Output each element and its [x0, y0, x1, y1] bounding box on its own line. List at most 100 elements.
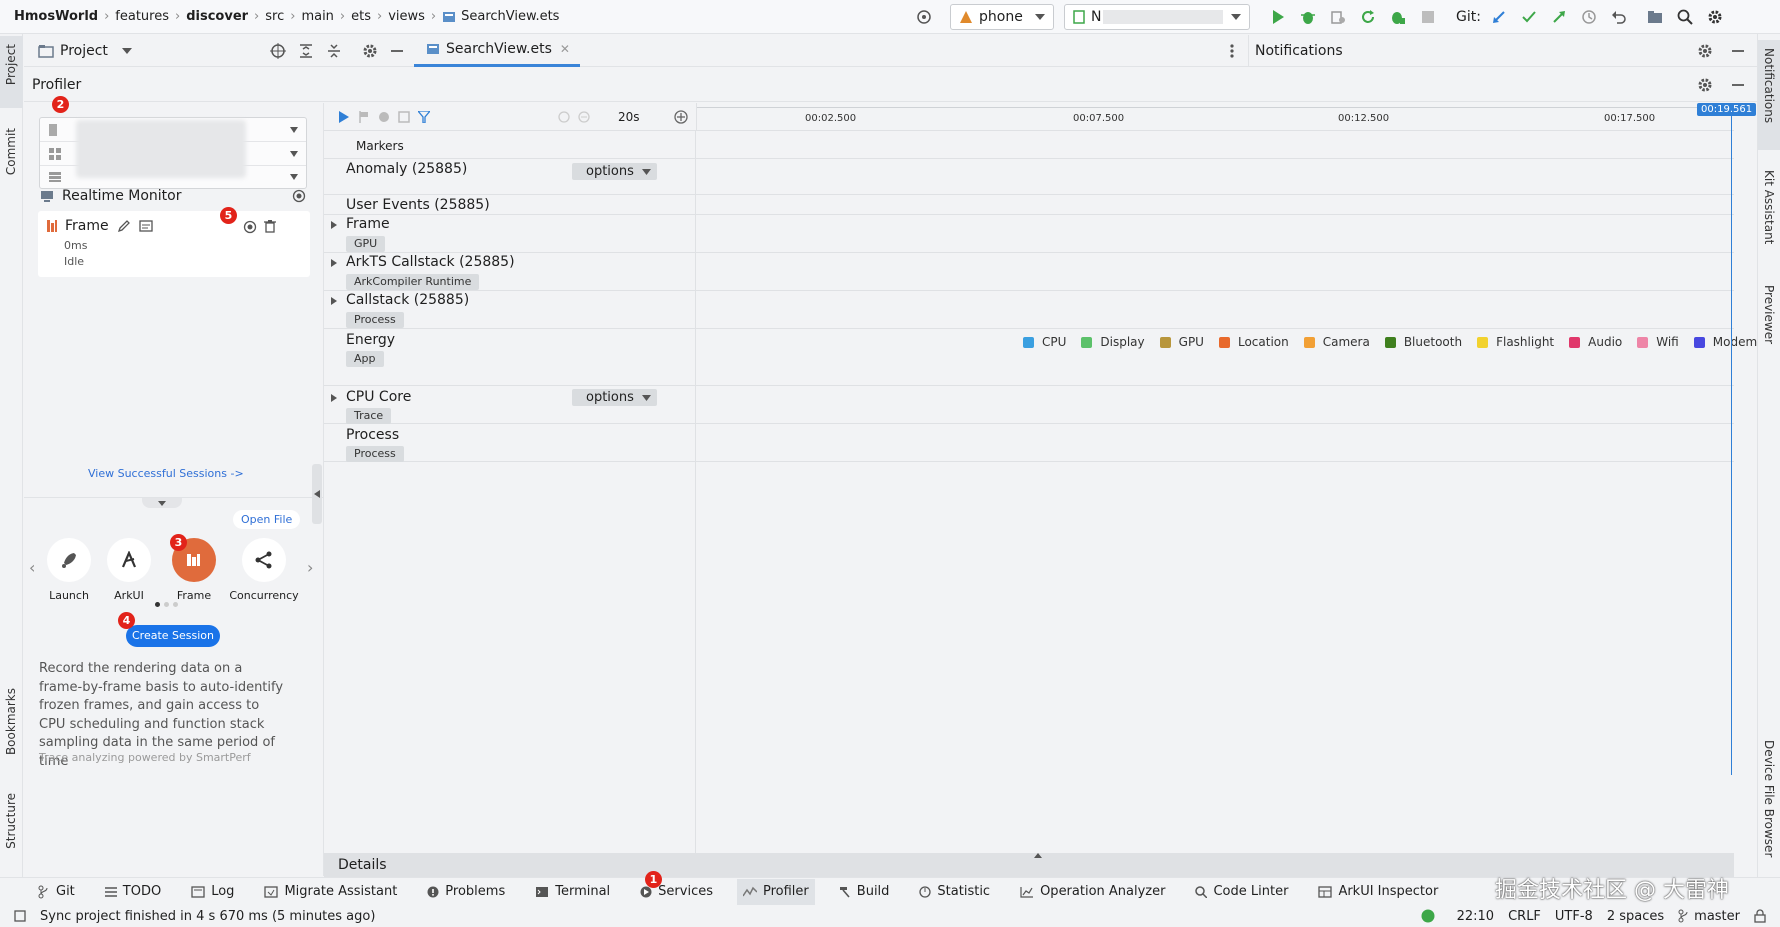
template-concurrency[interactable]: Concurrency [224, 538, 304, 602]
energy-legend-camera[interactable]: Camera [1303, 335, 1370, 349]
attach-debugger-icon[interactable] [1326, 5, 1350, 29]
locate-file-icon[interactable] [270, 42, 286, 59]
debug-icon[interactable] [1296, 5, 1320, 29]
flag-icon[interactable] [358, 110, 370, 123]
status-line-ending[interactable]: CRLF [1508, 909, 1541, 924]
energy-legend-audio[interactable]: Audio [1569, 335, 1622, 349]
zoom-out-icon[interactable] [578, 110, 590, 123]
carousel-next-icon[interactable]: › [307, 558, 313, 577]
breadcrumb-discover[interactable]: discover [186, 9, 248, 24]
tab-terminal[interactable]: Terminal [529, 879, 616, 905]
commit-tool-tab[interactable]: Commit [0, 124, 23, 194]
git-update-icon[interactable] [1487, 5, 1511, 29]
git-push-icon[interactable] [1547, 5, 1571, 29]
status-time[interactable]: 22:10 [1457, 909, 1494, 924]
minimize-icon[interactable] [1731, 44, 1745, 58]
status-indent[interactable]: 2 spaces [1607, 909, 1664, 924]
tab-statistic[interactable]: Statistic [913, 879, 996, 905]
energy-legend-bluetooth[interactable]: Bluetooth [1384, 335, 1462, 349]
expand-all-icon[interactable] [298, 43, 314, 59]
cpu-core-track[interactable]: CPU Core options Trace [324, 386, 695, 424]
delete-trash-icon[interactable] [264, 219, 276, 233]
cpu-core-options-dropdown[interactable]: options [572, 389, 657, 406]
tab-problems[interactable]: Problems [421, 879, 511, 905]
timeline-ruler[interactable]: 00:02.500 00:07.500 00:12.500 00:17.500 … [696, 103, 1757, 131]
anomaly-options-dropdown[interactable]: options [572, 163, 657, 180]
connection-status-icon[interactable] [1421, 909, 1435, 923]
carousel-dot[interactable] [164, 602, 169, 607]
frame-session-card[interactable]: Frame 0ms Idle [38, 211, 310, 277]
lock-icon[interactable] [1754, 909, 1766, 923]
energy-legend-wifi[interactable]: Wifi [1637, 335, 1679, 349]
tab-operation-analyzer[interactable]: Operation Analyzer [1014, 879, 1171, 905]
anomaly-track[interactable]: Anomaly (25885) options [324, 159, 695, 195]
breadcrumb-views[interactable]: views [388, 9, 425, 24]
settings-gear-icon[interactable] [1703, 5, 1727, 29]
device-selector[interactable]: phone [950, 4, 1054, 30]
notifications-tool-tab[interactable]: Notifications [1758, 40, 1780, 150]
playhead-line[interactable] [1731, 115, 1732, 775]
energy-legend-modem[interactable]: Modem [1693, 335, 1757, 349]
project-tool-tab[interactable]: Project [0, 36, 23, 108]
frame-track[interactable]: Frame GPU [324, 215, 695, 253]
expand-arrow-icon[interactable] [331, 394, 337, 402]
tab-todo[interactable]: TODO [99, 879, 167, 905]
arkts-callstack-track[interactable]: ArkTS Callstack (25885) ArkCompiler Runt… [324, 253, 695, 291]
settings-gear-icon[interactable] [1697, 77, 1713, 93]
minimize-icon[interactable] [1731, 78, 1745, 92]
template-launch[interactable]: Launch [40, 538, 98, 602]
structure-tool-tab[interactable]: Structure [0, 789, 23, 869]
close-icon[interactable]: ✕ [560, 42, 570, 56]
breadcrumb-main[interactable]: main [301, 9, 333, 24]
breadcrumb-project[interactable]: HmosWorld [14, 9, 98, 24]
status-message[interactable]: Sync project finished in 4 s 670 ms (5 m… [40, 909, 375, 924]
carousel-dot[interactable] [173, 602, 178, 607]
expand-arrow-icon[interactable] [331, 259, 337, 267]
minimize-icon[interactable] [390, 44, 404, 58]
breadcrumb-src[interactable]: src [265, 9, 284, 24]
notes-icon[interactable] [138, 220, 153, 232]
breadcrumb-file[interactable]: SearchView.ets [461, 9, 559, 24]
open-file-button[interactable]: Open File [233, 510, 301, 529]
chevron-down-icon[interactable] [121, 47, 132, 55]
project-structure-icon[interactable] [1643, 5, 1667, 29]
energy-legend-gpu[interactable]: GPU [1159, 335, 1204, 349]
rollback-icon[interactable] [1607, 5, 1631, 29]
bookmarks-tool-tab[interactable]: Bookmarks [0, 684, 23, 764]
markers-track[interactable]: Markers [324, 131, 695, 159]
realtime-monitor-row[interactable]: Realtime Monitor [40, 185, 310, 207]
filter-icon[interactable] [418, 110, 430, 123]
energy-legend-location[interactable]: Location [1218, 335, 1289, 349]
record-icon[interactable] [292, 189, 306, 203]
stop-icon[interactable] [1416, 5, 1440, 29]
kit-assistant-tool-tab[interactable]: Kit Assistant [1758, 164, 1780, 264]
settings-gear-icon[interactable] [1697, 43, 1713, 59]
edit-pencil-icon[interactable] [117, 219, 131, 233]
reload-icon[interactable] [1356, 5, 1380, 29]
create-session-button[interactable]: Create Session [126, 625, 220, 647]
tab-profiler[interactable]: Profiler [737, 878, 815, 905]
project-panel-label[interactable]: Project [60, 43, 108, 59]
history-icon[interactable] [1577, 5, 1601, 29]
process-track[interactable]: Process Process [324, 424, 695, 462]
collapse-all-icon[interactable] [326, 43, 342, 59]
collapse-handle-icon[interactable] [142, 498, 182, 508]
profile-run-icon[interactable] [1386, 5, 1410, 29]
carousel-dot-active[interactable] [155, 602, 160, 607]
search-icon[interactable] [1673, 5, 1697, 29]
tab-arkui-inspector[interactable]: ArkUI Inspector [1312, 879, 1444, 905]
panel-toggle-icon[interactable] [14, 910, 26, 922]
module-selector[interactable]: N [1064, 4, 1250, 30]
panel-splitter-handle[interactable] [312, 464, 322, 524]
energy-legend-cpu[interactable]: CPU [1023, 335, 1066, 349]
callstack-track[interactable]: Callstack (25885) Process [324, 291, 695, 329]
editor-tab-searchview[interactable]: SearchView.ets ✕ [414, 35, 580, 67]
zoom-in-icon[interactable] [673, 109, 688, 124]
energy-legend-display[interactable]: Display [1081, 335, 1145, 349]
view-successful-sessions-link[interactable]: View Successful Sessions -> [88, 467, 244, 480]
play-icon[interactable] [338, 110, 350, 123]
run-icon[interactable] [1266, 5, 1290, 29]
more-options-icon[interactable] [1230, 43, 1234, 58]
tab-log[interactable]: Log [185, 879, 240, 905]
previewer-tool-tab[interactable]: Previewer [1758, 279, 1780, 369]
